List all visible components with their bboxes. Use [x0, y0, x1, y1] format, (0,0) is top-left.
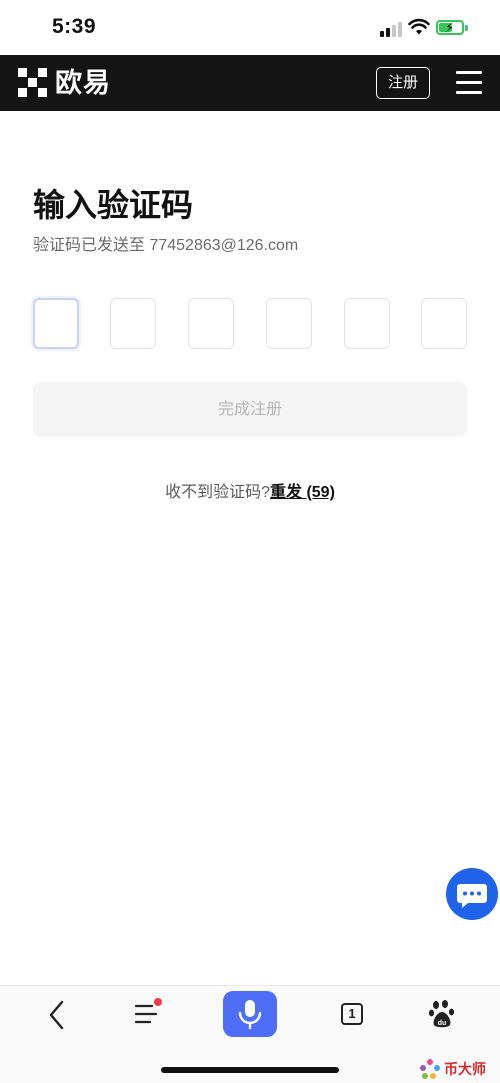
complete-registration-button[interactable]: 完成注册 — [33, 382, 467, 437]
svg-text:du: du — [438, 1020, 447, 1027]
home-indicator — [161, 1067, 339, 1073]
microphone-icon — [238, 1000, 262, 1030]
resend-prompt: 收不到验证码? — [165, 484, 270, 501]
resend-link[interactable]: 重发 (59) — [270, 484, 335, 501]
register-button[interactable]: 注册 — [376, 67, 430, 99]
voice-search-button[interactable] — [223, 991, 277, 1037]
back-icon[interactable] — [45, 999, 69, 1031]
code-sent-subtitle: 验证码已发送至 77452863@126.com — [33, 237, 299, 254]
code-input-2[interactable] — [110, 298, 156, 349]
hamburger-icon[interactable] — [456, 71, 482, 95]
wifi-icon — [408, 18, 430, 35]
battery-cap — [465, 25, 468, 31]
menu-icon[interactable] — [134, 998, 162, 1028]
app-header: 欧易 注册 — [0, 55, 500, 111]
code-input-3[interactable] — [188, 298, 234, 349]
logo-text[interactable]: 欧易 — [55, 68, 111, 98]
chat-support-button[interactable] — [446, 868, 498, 920]
status-time: 5:39 — [52, 15, 97, 38]
page-title: 输入验证码 — [33, 187, 194, 223]
code-input-4[interactable] — [266, 298, 312, 349]
code-input-6[interactable] — [421, 298, 467, 349]
chat-icon — [457, 884, 487, 908]
resend-row: 收不到验证码?重发 (59) — [0, 478, 500, 502]
okx-logo-icon[interactable] — [18, 68, 47, 97]
code-input-1[interactable] — [33, 298, 79, 349]
status-bar: 5:39 ⚡ — [0, 0, 500, 55]
code-input-5[interactable] — [344, 298, 390, 349]
watermark-text: 币大师 — [444, 1061, 486, 1077]
watermark-logo-icon — [420, 1059, 440, 1079]
signal-icon — [380, 21, 402, 37]
notification-dot — [154, 998, 162, 1006]
battery-charging-icon: ⚡ — [436, 20, 464, 35]
baidu-paw-icon[interactable]: du — [428, 999, 456, 1029]
tabs-icon[interactable]: 1 — [341, 1003, 363, 1025]
